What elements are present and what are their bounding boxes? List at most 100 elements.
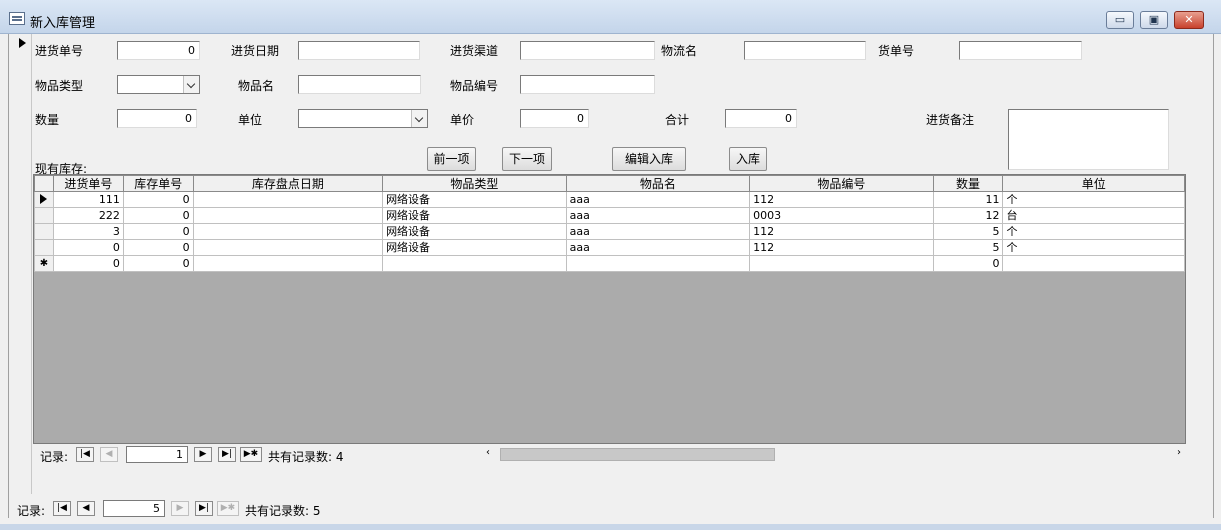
next-record-icon[interactable]: ▶ [194,447,212,462]
scroll-left-icon[interactable]: ‹ [486,447,490,458]
row-selector[interactable] [34,191,54,208]
scrollbar-thumb[interactable] [500,448,775,461]
cell[interactable]: 0003 [749,207,934,224]
cell[interactable]: 个 [1002,191,1185,208]
window-title: 新入库管理 [30,16,96,31]
last-record-icon[interactable]: ▶| [195,501,213,516]
first-record-icon[interactable]: |◀ [53,501,71,516]
cell[interactable]: 112 [749,191,934,208]
cell[interactable]: 网络设备 [382,223,567,240]
cell[interactable] [192,207,384,224]
next-button[interactable]: 下一项 [502,147,552,171]
minimize-button[interactable]: ▭ [1106,11,1134,29]
cell[interactable] [192,223,384,240]
cell[interactable]: 0 [52,239,124,256]
chevron-down-icon[interactable] [411,110,427,127]
logistics-input[interactable] [744,41,866,60]
col-header[interactable]: 单位 [1002,175,1185,192]
close-button[interactable]: ✕ [1174,11,1204,29]
cell[interactable]: aaa [565,191,751,208]
cell[interactable]: 网络设备 [382,191,567,208]
cell[interactable] [192,255,384,272]
cell[interactable]: 11 [932,191,1004,208]
cell[interactable]: 0 [122,223,194,240]
col-header[interactable]: 数量 [932,175,1004,192]
cell[interactable]: 112 [749,239,934,256]
cell[interactable]: 个 [1002,239,1185,256]
cell[interactable]: 111 [52,191,124,208]
item-code-input[interactable] [520,75,655,94]
stock-datasheet[interactable]: 进货单号 库存单号 库存盘点日期 物品类型 物品名 物品编号 数量 单位 111… [33,174,1186,444]
cell[interactable]: aaa [565,239,751,256]
maximize-button[interactable]: ▣ [1140,11,1168,29]
table-row[interactable]: 111 0 网络设备 aaa 112 11 个 [34,191,1185,208]
new-record-icon[interactable]: ▶✱ [217,501,239,516]
item-type-combo[interactable] [117,75,200,94]
cell[interactable]: aaa [565,207,751,224]
cell[interactable]: 网络设备 [382,207,567,224]
cell[interactable]: 3 [52,223,124,240]
col-header[interactable]: 物品类型 [382,175,567,192]
cell[interactable]: 5 [932,223,1004,240]
prev-record-icon[interactable]: ◀ [77,501,95,516]
last-record-icon[interactable]: ▶| [218,447,236,462]
price-input[interactable]: 0 [520,109,589,128]
qty-input[interactable]: 0 [117,109,197,128]
cell[interactable]: 112 [749,223,934,240]
cell[interactable]: aaa [565,223,751,240]
waybill-input[interactable] [959,41,1082,60]
cell[interactable] [749,255,934,272]
stock-in-button[interactable]: 入库 [729,147,767,171]
next-record-icon[interactable]: ▶ [171,501,189,516]
remark-textarea[interactable] [1008,109,1169,170]
chevron-down-icon[interactable] [183,76,199,93]
col-header[interactable]: 库存盘点日期 [192,175,384,192]
unit-combo[interactable] [298,109,428,128]
mainnav-record-input[interactable]: 5 [103,500,165,517]
cell[interactable]: 个 [1002,223,1185,240]
first-record-icon[interactable]: |◀ [76,447,94,462]
item-name-label: 物品名 [238,79,275,93]
cell[interactable]: 0 [122,255,194,272]
corner-cell[interactable] [34,175,54,192]
cell[interactable]: 0 [122,239,194,256]
prev-record-icon[interactable]: ◀ [100,447,118,462]
col-header[interactable]: 库存单号 [122,175,194,192]
item-name-input[interactable] [298,75,421,94]
purchase-no-input[interactable]: 0 [117,41,200,60]
row-selector[interactable] [34,239,54,256]
cell[interactable]: 5 [932,239,1004,256]
col-header[interactable]: 进货单号 [52,175,124,192]
cell[interactable]: 台 [1002,207,1185,224]
purchase-date-input[interactable] [298,41,420,60]
table-row[interactable]: 0 0 网络设备 aaa 112 5 个 [34,239,1185,256]
prev-button[interactable]: 前一项 [427,147,476,171]
table-row[interactable]: 222 0 网络设备 aaa 0003 12 台 [34,207,1185,224]
subnav-record-input[interactable]: 1 [126,446,188,463]
total-input[interactable]: 0 [725,109,797,128]
cell[interactable]: 0 [122,207,194,224]
new-record-marker-icon[interactable]: ✱ [34,255,54,272]
scroll-right-icon[interactable]: › [1177,447,1181,458]
new-record-icon[interactable]: ▶✱ [240,447,262,462]
edit-stock-in-button[interactable]: 编辑入库 [612,147,686,171]
cell[interactable]: 0 [932,255,1004,272]
cell[interactable] [192,239,384,256]
table-row[interactable]: 3 0 网络设备 aaa 112 5 个 [34,223,1185,240]
cell[interactable] [192,191,384,208]
cell[interactable]: 0 [52,255,124,272]
cell[interactable] [382,255,567,272]
cell[interactable] [565,255,751,272]
cell[interactable]: 网络设备 [382,239,567,256]
row-selector[interactable] [34,223,54,240]
record-selector[interactable] [8,34,32,494]
channel-input[interactable] [520,41,655,60]
row-selector[interactable] [34,207,54,224]
col-header[interactable]: 物品编号 [749,175,934,192]
new-record-row[interactable]: ✱ 0 0 0 [34,255,1185,272]
col-header[interactable]: 物品名 [565,175,751,192]
cell[interactable]: 0 [122,191,194,208]
cell[interactable] [1002,255,1185,272]
cell[interactable]: 12 [932,207,1004,224]
cell[interactable]: 222 [52,207,124,224]
